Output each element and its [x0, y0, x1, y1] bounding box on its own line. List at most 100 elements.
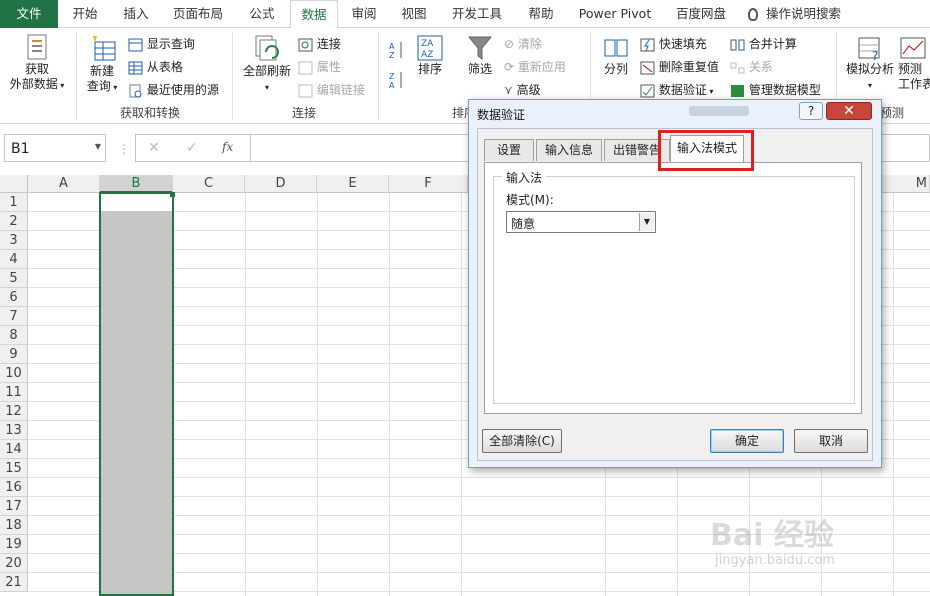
tell-me-search[interactable]: 操作说明搜索: [748, 0, 856, 28]
consolidate-button[interactable]: 合并计算: [730, 35, 797, 52]
get-external-data-button[interactable]: 获取 外部数据 ▾: [6, 34, 68, 93]
what-if-analysis-button[interactable]: ? 模拟分析 ▾: [842, 34, 898, 93]
remove-duplicates-button[interactable]: 删除重复值: [640, 58, 719, 75]
help-button[interactable]: ?: [799, 102, 823, 120]
name-box[interactable]: B1 ▼: [4, 134, 106, 162]
advanced-filter-button[interactable]: ⋎ 高级: [504, 81, 541, 98]
tab-power-pivot[interactable]: Power Pivot: [570, 0, 660, 28]
recent-sources-label: 最近使用的源: [146, 83, 219, 97]
formula-buttons: ✕ ✓ fx: [135, 134, 251, 162]
text-to-columns-button[interactable]: 分列: [596, 34, 636, 77]
row-header[interactable]: 12: [0, 402, 28, 421]
filter-button[interactable]: 筛选: [460, 34, 500, 77]
reapply-button[interactable]: ⟳ 重新应用: [504, 58, 566, 75]
column-header-a[interactable]: A: [28, 175, 100, 193]
row-header[interactable]: 6: [0, 288, 28, 307]
tab-settings[interactable]: 设置: [484, 139, 534, 161]
ok-button[interactable]: 确定: [710, 429, 784, 453]
ribbon-tab-bar: 文件 开始 插入 页面布局 公式 数据 审阅 视图 开发工具 帮助 Power …: [0, 0, 930, 29]
row-header[interactable]: 13: [0, 421, 28, 440]
row-header[interactable]: 5: [0, 269, 28, 288]
manage-data-model-button[interactable]: 管理数据模型: [730, 81, 821, 98]
forecast-sheet-button[interactable]: 预测 工作表: [898, 34, 930, 92]
mode-label: 模式(M):: [506, 193, 554, 207]
row-header[interactable]: 15: [0, 459, 28, 478]
sort-ascending-button[interactable]: AZ: [388, 40, 406, 60]
tab-insert[interactable]: 插入: [112, 0, 160, 28]
refresh-all-button[interactable]: 全部刷新 ▾: [238, 34, 296, 95]
row-header[interactable]: 1: [0, 193, 28, 212]
connections-button[interactable]: 连接: [298, 35, 341, 52]
cancel-button[interactable]: 取消: [794, 429, 868, 453]
tab-input-message[interactable]: 输入信息: [536, 139, 602, 161]
edit-links-icon: [298, 84, 313, 97]
mode-select[interactable]: 随意 ▼: [506, 211, 656, 233]
row-header[interactable]: 16: [0, 478, 28, 497]
row-header[interactable]: 7: [0, 307, 28, 326]
advanced-label: 高级: [516, 83, 541, 97]
row-header[interactable]: 3: [0, 231, 28, 250]
clear-all-button[interactable]: 全部清除(C): [482, 429, 562, 453]
sort-button[interactable]: ZA AZ 排序: [412, 34, 448, 77]
row-header[interactable]: 17: [0, 497, 28, 516]
tab-developer[interactable]: 开发工具: [440, 0, 514, 28]
relationships-button[interactable]: 关系: [730, 58, 773, 75]
edit-links-button[interactable]: 编辑链接: [298, 81, 365, 98]
row-header[interactable]: 20: [0, 554, 28, 573]
row-header[interactable]: 18: [0, 516, 28, 535]
row-header[interactable]: 8: [0, 326, 28, 345]
close-button[interactable]: ✕: [826, 102, 872, 120]
tab-home[interactable]: 开始: [58, 0, 112, 28]
tab-view[interactable]: 视图: [390, 0, 438, 28]
text-to-columns-icon: [604, 39, 628, 57]
insert-function-icon[interactable]: fx: [222, 140, 233, 154]
tab-file[interactable]: 文件: [0, 0, 58, 28]
flash-fill-button[interactable]: 快速填充: [640, 35, 707, 52]
from-table-button[interactable]: 从表格: [128, 58, 183, 75]
tab-page-layout[interactable]: 页面布局: [162, 0, 234, 28]
sort-descending-button[interactable]: ZA: [388, 70, 406, 90]
column-header-f[interactable]: F: [389, 175, 468, 193]
tab-help[interactable]: 帮助: [516, 0, 566, 28]
tab-formulas[interactable]: 公式: [236, 0, 288, 28]
tab-data[interactable]: 数据: [290, 0, 338, 29]
tab-review[interactable]: 审阅: [340, 0, 388, 28]
column-header-c[interactable]: C: [173, 175, 245, 193]
sort-za-icon: ZA: [389, 72, 402, 90]
row-header[interactable]: 14: [0, 440, 28, 459]
data-model-icon: [731, 84, 744, 97]
select-all-corner[interactable]: [0, 175, 28, 193]
sort-label: 排序: [417, 62, 442, 76]
row-header[interactable]: 2: [0, 212, 28, 231]
dialog-body: 设置 输入信息 出错警告 输入法模式 输入法 模式(M): 随意 ▼ 全部清除(…: [477, 128, 873, 461]
row-header[interactable]: 19: [0, 535, 28, 554]
column-header-b[interactable]: B: [100, 175, 173, 193]
row-header[interactable]: 21: [0, 573, 28, 592]
chevron-down-icon[interactable]: ▼: [639, 213, 654, 231]
recent-sources-button[interactable]: 最近使用的源: [128, 81, 219, 98]
blurred-title-text: [689, 106, 749, 116]
clear-filter-button[interactable]: ⊘ 清除: [504, 35, 542, 52]
row-header[interactable]: 11: [0, 383, 28, 402]
filter-funnel-icon: [467, 36, 493, 60]
cancel-entry-icon[interactable]: ✕: [148, 140, 160, 156]
svg-text:?: ?: [872, 49, 878, 62]
properties-button[interactable]: 属性: [298, 58, 341, 75]
chevron-down-icon[interactable]: ▼: [95, 142, 101, 151]
row-header[interactable]: 10: [0, 364, 28, 383]
new-query-button[interactable]: 新建 查询 ▾: [80, 34, 124, 95]
fill-handle[interactable]: [170, 192, 175, 197]
row-header[interactable]: 4: [0, 250, 28, 269]
column-header-e[interactable]: E: [317, 175, 389, 193]
data-validation-button[interactable]: 数据验证 ▾: [640, 81, 713, 98]
advanced-filter-icon: ⋎: [504, 83, 513, 97]
reapply-label: 重新应用: [517, 60, 566, 74]
column-header-d[interactable]: D: [245, 175, 317, 193]
show-query-button[interactable]: 显示查询: [128, 35, 195, 52]
sort-az-icon: AZ: [389, 42, 402, 60]
tab-baidu-netdisk[interactable]: 百度网盘: [664, 0, 738, 28]
row-header[interactable]: 9: [0, 345, 28, 364]
mode-select-value: 随意: [511, 217, 536, 231]
column-header-m[interactable]: M: [882, 175, 930, 193]
confirm-entry-icon[interactable]: ✓: [186, 140, 198, 156]
